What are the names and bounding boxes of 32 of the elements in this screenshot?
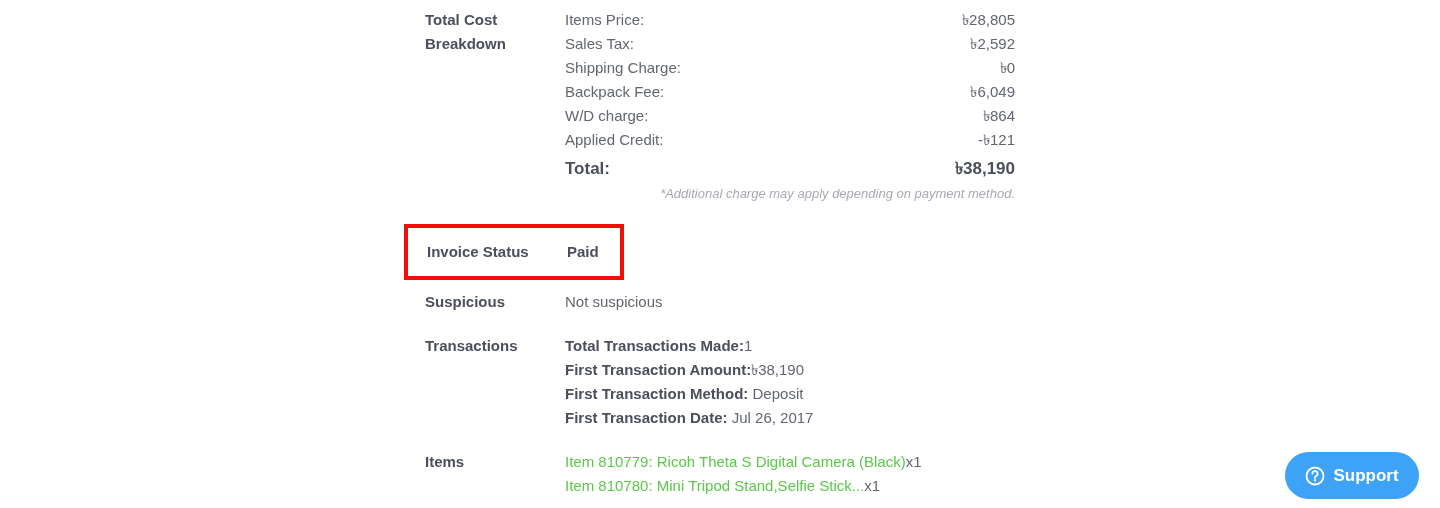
total-amount: ৳38,190 xyxy=(955,158,1015,180)
cost-label: Sales Tax: xyxy=(565,34,634,54)
row-label: Invoice Status xyxy=(427,242,530,262)
cost-label: Backpack Fee: xyxy=(565,82,665,102)
row-label: Total Cost Breakdown xyxy=(425,10,507,54)
cost-label: Items Price: xyxy=(565,10,645,30)
transaction-detail: Total Transactions Made:1 xyxy=(565,336,754,356)
cost-amount: ৳0 xyxy=(999,58,1015,78)
transaction-detail: First Transaction Method: Deposit xyxy=(565,384,805,404)
cost-amount: ৳28,805 xyxy=(962,10,1015,30)
cost-amount: ৳6,049 xyxy=(970,82,1015,102)
cost-amount: ৳2,592 xyxy=(970,34,1015,54)
payment-note: *Additional charge may apply depending on payment method. xyxy=(659,185,1015,203)
cost-label: Applied Credit: xyxy=(565,130,664,150)
cost-label: W/D charge: xyxy=(565,106,649,126)
transaction-detail: First Transaction Amount:৳38,190 xyxy=(565,360,805,380)
cost-label: Shipping Charge: xyxy=(565,58,681,78)
total-label: Total: xyxy=(565,158,610,180)
cost-amount: -৳121 xyxy=(977,130,1015,150)
help-icon xyxy=(1305,465,1326,486)
cost-amount: ৳864 xyxy=(982,106,1015,126)
suspicious-value: Not suspicious xyxy=(565,292,664,312)
row-label: Transactions xyxy=(425,336,519,356)
item-link[interactable]: Item 810780: Mini Tripod Stand,Selfie Stick... xyxy=(565,477,865,494)
row-label: Suspicious xyxy=(425,292,507,312)
item-link[interactable]: Item 810779: Ricoh Theta S Digital Camera (Black) xyxy=(565,453,906,470)
status-value: Paid xyxy=(567,242,600,262)
support-button[interactable]: Support xyxy=(1285,452,1419,499)
item-quantity: x1 xyxy=(864,477,881,494)
item-quantity: x1 xyxy=(905,453,922,470)
row-label: Items xyxy=(425,452,466,472)
transaction-detail: First Transaction Date: Jul 26, 2017 xyxy=(565,408,815,428)
